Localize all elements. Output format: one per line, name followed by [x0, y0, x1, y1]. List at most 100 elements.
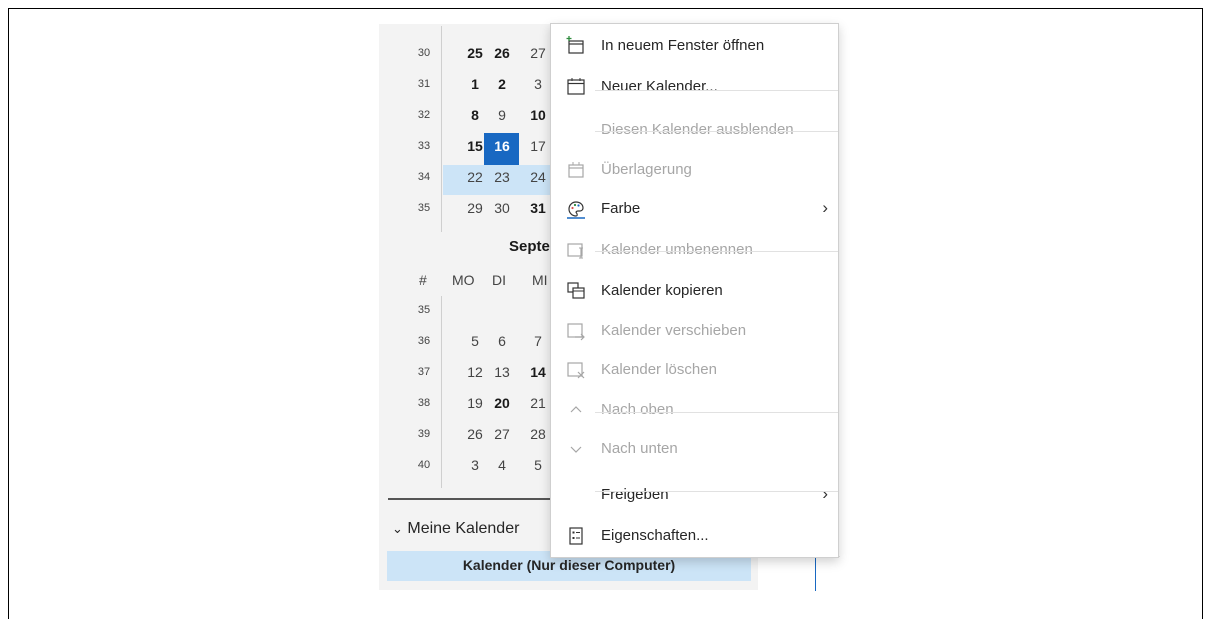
- week-number: 32: [417, 109, 431, 121]
- menu-item-label: Nach oben: [601, 401, 674, 418]
- week-number: 40: [417, 459, 431, 471]
- chevron-up-icon: [566, 400, 586, 420]
- context-menu: In neuem Fenster öffnen Neuer Kalender...…: [550, 23, 839, 558]
- menu-item-label: Kalender löschen: [601, 361, 717, 378]
- menu-item-label: Kalender kopieren: [601, 282, 723, 299]
- calendar-week-row: 35 29 30 31: [379, 194, 559, 224]
- calendar-day[interactable]: 6: [490, 333, 514, 349]
- calendar-day[interactable]: 5: [463, 333, 487, 349]
- week-number: 31: [417, 78, 431, 90]
- menu-item-label: Freigeben: [601, 486, 669, 503]
- menu-item-überlagerung: Überlagerung: [551, 154, 838, 186]
- rename-icon: [566, 240, 586, 260]
- weekday-header-mo: MO: [452, 272, 475, 288]
- calendar-day[interactable]: 5: [526, 457, 550, 473]
- calendar-week-row: 37 12 13 14: [379, 358, 559, 388]
- move-icon: [566, 321, 586, 341]
- overlay-icon: [566, 160, 586, 180]
- calendar-week-row: 31 1 2 3: [379, 70, 559, 100]
- calendar-week-row: 34 22 23 24: [379, 163, 559, 193]
- week-number: 35: [417, 304, 431, 316]
- calendar-day[interactable]: 17: [526, 138, 550, 154]
- calendar-day[interactable]: 7: [526, 333, 550, 349]
- new-window-icon: [566, 36, 586, 56]
- calendar-day[interactable]: 23: [490, 169, 514, 185]
- my-calendars-label: Meine Kalender: [407, 520, 520, 537]
- calendar-list-item-label: Kalender (Nur dieser Computer): [462, 557, 676, 573]
- calendar-week-row: 32 8 9 10: [379, 101, 559, 131]
- week-number: 36: [417, 335, 431, 347]
- menu-item-label: Farbe: [601, 200, 641, 217]
- week-number-header: #: [419, 272, 427, 288]
- calendar-day[interactable]: 2: [490, 76, 514, 92]
- calendar-week-row: 35: [379, 296, 559, 326]
- menu-separator: [595, 90, 838, 91]
- menu-item-label: Kalender umbenennen: [601, 241, 753, 258]
- menu-item-label: Überlagerung: [601, 161, 692, 178]
- delete-icon: [566, 360, 586, 380]
- menu-item-neuer-kalender[interactable]: Neuer Kalender...: [551, 71, 838, 103]
- menu-item-eigenschaften[interactable]: Eigenschaften...: [551, 520, 838, 552]
- my-calendars-group[interactable]: ⌄ Meine Kalender: [392, 520, 519, 538]
- calendar-day[interactable]: 24: [526, 169, 550, 185]
- calendar-day[interactable]: 1: [463, 76, 487, 92]
- menu-item-freigeben[interactable]: Freigeben ›: [551, 479, 838, 511]
- calendar-day[interactable]: 12: [463, 364, 487, 380]
- color-palette-icon: [566, 199, 586, 219]
- calendar-day[interactable]: 26: [463, 426, 487, 442]
- calendar-week-row: 39 26 27 28: [379, 420, 559, 450]
- menu-item-label: Eigenschaften...: [601, 527, 709, 544]
- week-number: 30: [417, 47, 431, 59]
- calendar-day[interactable]: 16: [490, 138, 514, 154]
- menu-item-nach-unten: Nach unten: [551, 433, 838, 465]
- menu-item-in-neuem-fenster-öffnen[interactable]: In neuem Fenster öffnen: [551, 30, 838, 62]
- calendar-day[interactable]: 27: [526, 45, 550, 61]
- menu-item-nach-oben: Nach oben: [551, 394, 838, 426]
- calendar-day[interactable]: 27: [490, 426, 514, 442]
- calendar-day[interactable]: 3: [463, 457, 487, 473]
- week-number: 34: [417, 171, 431, 183]
- menu-separator: [595, 251, 838, 252]
- calendar-day[interactable]: 3: [526, 76, 550, 92]
- calendar-day[interactable]: 22: [463, 169, 487, 185]
- chevron-right-icon: ›: [822, 198, 828, 217]
- week-number: 35: [417, 202, 431, 214]
- menu-item-kalender-kopieren[interactable]: Kalender kopieren: [551, 275, 838, 307]
- calendar-day[interactable]: 30: [490, 200, 514, 216]
- calendar-day[interactable]: 26: [490, 45, 514, 61]
- menu-item-label: Kalender verschieben: [601, 322, 747, 339]
- menu-item-kalender-löschen: Kalender löschen: [551, 354, 838, 386]
- calendar-week-row: 40 3 4 5: [379, 451, 559, 481]
- calendar-day[interactable]: 10: [526, 107, 550, 123]
- menu-item-farbe[interactable]: Farbe ›: [551, 193, 838, 225]
- calendar-day[interactable]: 9: [490, 107, 514, 123]
- calendar-day[interactable]: 29: [463, 200, 487, 216]
- menu-item-label: Neuer Kalender...: [601, 78, 718, 95]
- week-number: 38: [417, 397, 431, 409]
- chevron-right-icon: ›: [822, 484, 828, 503]
- calendar-day[interactable]: 28: [526, 426, 550, 442]
- calendar-day[interactable]: 25: [463, 45, 487, 61]
- calendar-day[interactable]: 21: [526, 395, 550, 411]
- calendar-day[interactable]: 15: [463, 138, 487, 154]
- calendar-icon: [566, 77, 586, 97]
- chevron-down-icon: ⌄: [392, 521, 403, 536]
- week-number: 37: [417, 366, 431, 378]
- calendar-day[interactable]: 14: [526, 364, 550, 380]
- calendar-week-row: 30 25 26 27: [379, 39, 559, 69]
- weekday-header-di: DI: [492, 272, 506, 288]
- menu-separator: [595, 131, 838, 132]
- week-number: 39: [417, 428, 431, 440]
- calendar-day[interactable]: 19: [463, 395, 487, 411]
- calendar-week-row: 38 19 20 21: [379, 389, 559, 419]
- calendar-day[interactable]: 13: [490, 364, 514, 380]
- weekday-header-mi: MI: [532, 272, 548, 288]
- calendar-view-edge: [758, 556, 840, 591]
- calendar-week-row: 36 5 6 7: [379, 327, 559, 357]
- chevron-down-icon: [566, 439, 586, 459]
- calendar-day[interactable]: 4: [490, 457, 514, 473]
- calendar-day[interactable]: 31: [526, 200, 550, 216]
- calendar-day[interactable]: 20: [490, 395, 514, 411]
- menu-separator: [595, 412, 838, 413]
- calendar-day[interactable]: 8: [463, 107, 487, 123]
